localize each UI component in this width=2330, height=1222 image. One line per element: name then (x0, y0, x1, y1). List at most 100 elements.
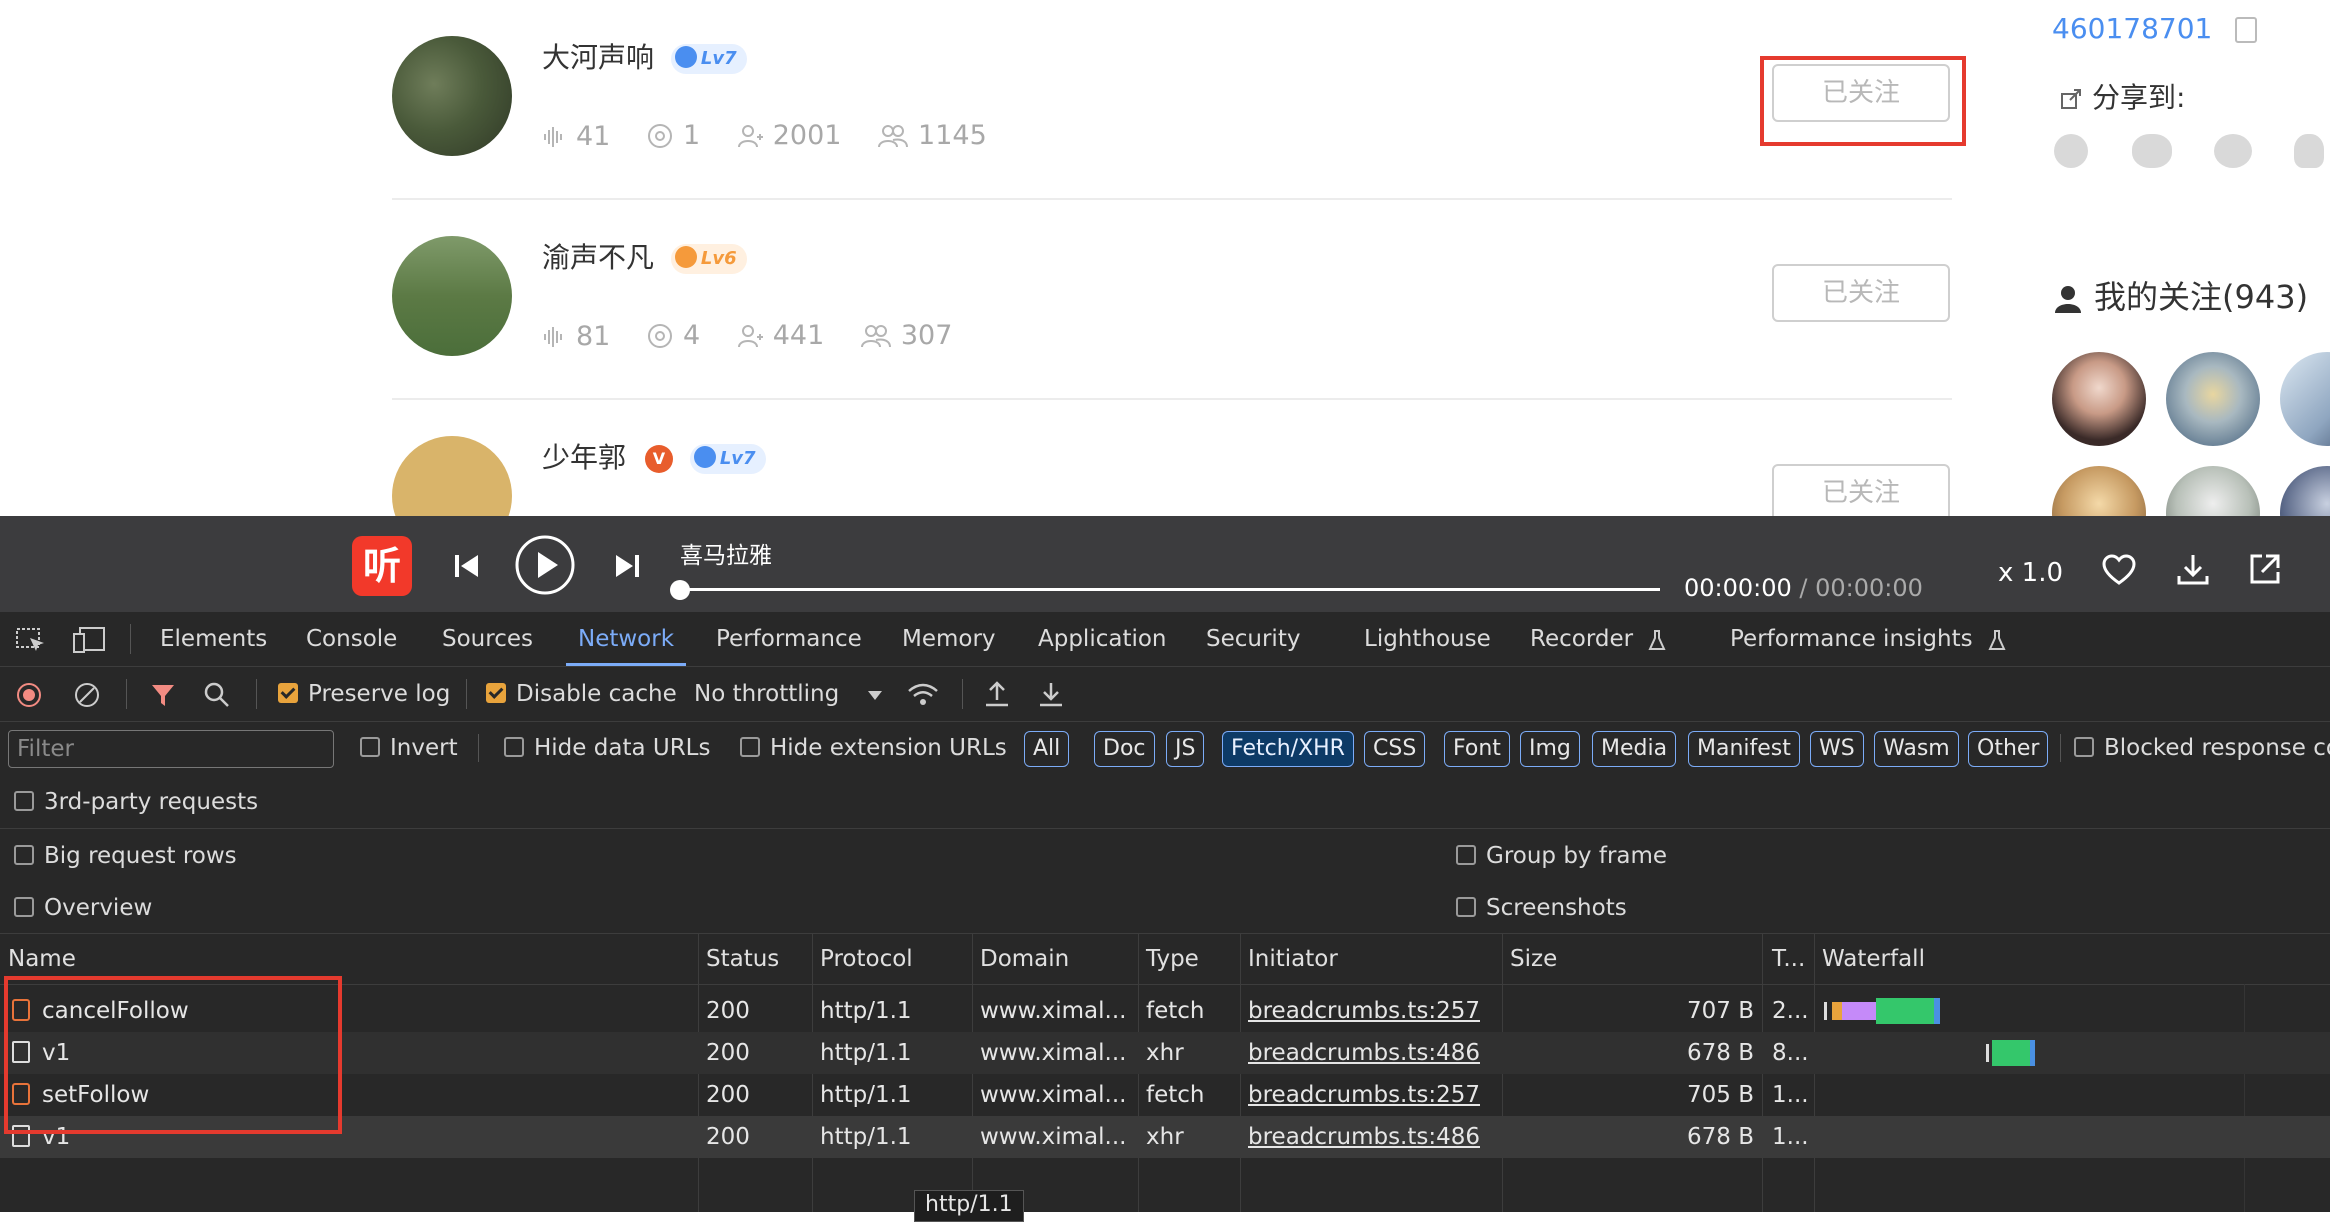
clear-icon[interactable] (74, 682, 100, 708)
open-external-icon[interactable] (2248, 552, 2282, 586)
tab-elements[interactable]: Elements (160, 612, 267, 666)
chip-media[interactable]: Media (1592, 731, 1677, 767)
chip-doc[interactable]: Doc (1094, 731, 1155, 767)
chip-wasm[interactable]: Wasm (1874, 731, 1959, 767)
hide-data-urls-checkbox[interactable]: Hide data URLs (504, 722, 710, 774)
following-avatar[interactable] (2280, 466, 2330, 516)
user-name[interactable]: 渝声不凡 (542, 241, 654, 274)
tab-console[interactable]: Console (306, 612, 397, 666)
ting-logo[interactable]: 听 (352, 536, 412, 596)
download-icon[interactable] (2176, 552, 2210, 586)
col-domain[interactable]: Domain (980, 934, 1069, 984)
following-avatar[interactable] (2166, 466, 2260, 516)
chip-fetch-xhr[interactable]: Fetch/XHR (1222, 731, 1354, 767)
checkbox-unchecked[interactable] (14, 790, 34, 811)
disable-cache-checkbox[interactable]: Disable cache (486, 667, 677, 721)
play-icon[interactable] (514, 534, 576, 596)
copy-icon[interactable] (2235, 17, 2258, 43)
tab-network[interactable]: Network (565, 612, 687, 666)
col-waterfall[interactable]: Waterfall (1822, 934, 1925, 984)
chip-font[interactable]: Font (1444, 731, 1510, 767)
user-name[interactable]: 大河声响 (542, 41, 654, 74)
import-har-icon[interactable] (984, 680, 1010, 708)
hide-extension-urls-checkbox[interactable]: Hide extension URLs (740, 722, 1007, 774)
chip-ws[interactable]: WS (1810, 731, 1864, 767)
share-qzone-icon[interactable] (2054, 134, 2088, 168)
invert-checkbox[interactable]: Invert (360, 722, 458, 774)
col-type[interactable]: Type (1146, 934, 1199, 984)
checkbox-unchecked[interactable] (740, 736, 760, 757)
filter-input[interactable]: Filter (8, 730, 334, 768)
checkbox-checked[interactable] (486, 682, 506, 703)
progress-handle[interactable] (670, 580, 690, 600)
checkbox-checked[interactable] (278, 682, 298, 703)
request-initiator[interactable]: breadcrumbs.ts:257 (1248, 990, 1480, 1032)
request-initiator[interactable]: breadcrumbs.ts:257 (1248, 1074, 1480, 1116)
checkbox-unchecked[interactable] (1456, 844, 1476, 865)
avatar[interactable] (392, 436, 512, 516)
table-row[interactable]: v1 200 http/1.1 www.ximal... xhr breadcr… (0, 1032, 2330, 1074)
overview-checkbox[interactable]: Overview (14, 882, 152, 934)
tab-memory[interactable]: Memory (902, 612, 996, 666)
speed-button[interactable]: x 1.0 (1998, 558, 2063, 588)
share-qq-icon[interactable] (2294, 134, 2324, 168)
tab-performance-insights[interactable]: Performance insights (1730, 612, 2006, 666)
checkbox-unchecked[interactable] (1456, 896, 1476, 917)
avatar[interactable] (392, 36, 512, 156)
stop-recording-icon[interactable] (16, 682, 42, 708)
chip-js[interactable]: JS (1166, 731, 1205, 767)
col-time[interactable]: T... (1772, 934, 1805, 984)
progress-track[interactable] (680, 588, 1660, 591)
col-size[interactable]: Size (1510, 934, 1557, 984)
share-wechat-icon[interactable] (2132, 134, 2172, 168)
checkbox-unchecked[interactable] (504, 736, 524, 757)
next-icon[interactable] (614, 552, 642, 580)
table-row[interactable]: setFollow 200 http/1.1 www.ximal... fetc… (0, 1074, 2330, 1116)
chip-other[interactable]: Other (1968, 731, 2049, 767)
following-avatar[interactable] (2166, 352, 2260, 446)
tab-application[interactable]: Application (1038, 612, 1167, 666)
checkbox-unchecked[interactable] (14, 844, 34, 865)
share-weibo-icon[interactable] (2214, 134, 2252, 168)
throttling-select[interactable]: No throttling (694, 667, 883, 721)
following-avatar[interactable] (2052, 352, 2146, 446)
table-row[interactable]: v1 200 http/1.1 www.ximal... xhr breadcr… (0, 1116, 2330, 1158)
export-har-icon[interactable] (1038, 680, 1064, 708)
followed-button[interactable]: 已关注 (1772, 264, 1950, 322)
blocked-response-checkbox[interactable]: Blocked response co (2074, 722, 2330, 774)
chip-manifest[interactable]: Manifest (1688, 731, 1800, 767)
col-status[interactable]: Status (706, 934, 779, 984)
request-initiator[interactable]: breadcrumbs.ts:486 (1248, 1032, 1480, 1074)
tab-security[interactable]: Security (1206, 612, 1300, 666)
chip-all[interactable]: All (1024, 731, 1070, 767)
table-row[interactable]: cancelFollow 200 http/1.1 www.ximal... f… (0, 990, 2330, 1032)
filter-icon[interactable] (150, 682, 176, 708)
id-link-text[interactable]: 460178701 (2052, 12, 2212, 45)
preserve-log-checkbox[interactable]: Preserve log (278, 667, 450, 721)
avatar[interactable] (392, 236, 512, 356)
screenshots-checkbox[interactable]: Screenshots (1456, 882, 1627, 934)
heart-icon[interactable] (2102, 554, 2136, 586)
col-initiator[interactable]: Initiator (1248, 934, 1338, 984)
checkbox-unchecked[interactable] (360, 736, 380, 757)
user-name[interactable]: 少年郭 (542, 441, 626, 474)
followed-button[interactable]: 已关注 (1772, 464, 1950, 516)
inspect-element-icon[interactable] (16, 628, 46, 652)
third-party-checkbox[interactable]: 3rd-party requests (14, 776, 258, 828)
checkbox-unchecked[interactable] (14, 896, 34, 917)
following-avatar[interactable] (2052, 466, 2146, 516)
request-initiator[interactable]: breadcrumbs.ts:486 (1248, 1116, 1480, 1158)
chip-img[interactable]: Img (1520, 731, 1580, 767)
tab-recorder[interactable]: Recorder (1530, 612, 1666, 666)
network-conditions-icon[interactable] (906, 681, 940, 707)
tab-sources[interactable]: Sources (442, 612, 533, 666)
chip-css[interactable]: CSS (1364, 731, 1426, 767)
checkbox-unchecked[interactable] (2074, 736, 2094, 757)
device-toggle-icon[interactable] (72, 626, 106, 654)
following-avatar[interactable] (2280, 352, 2330, 446)
tab-lighthouse[interactable]: Lighthouse (1364, 612, 1491, 666)
id-link[interactable]: 460178701 (2052, 12, 2258, 45)
col-protocol[interactable]: Protocol (820, 934, 913, 984)
previous-icon[interactable] (452, 552, 480, 580)
tab-performance[interactable]: Performance (716, 612, 862, 666)
